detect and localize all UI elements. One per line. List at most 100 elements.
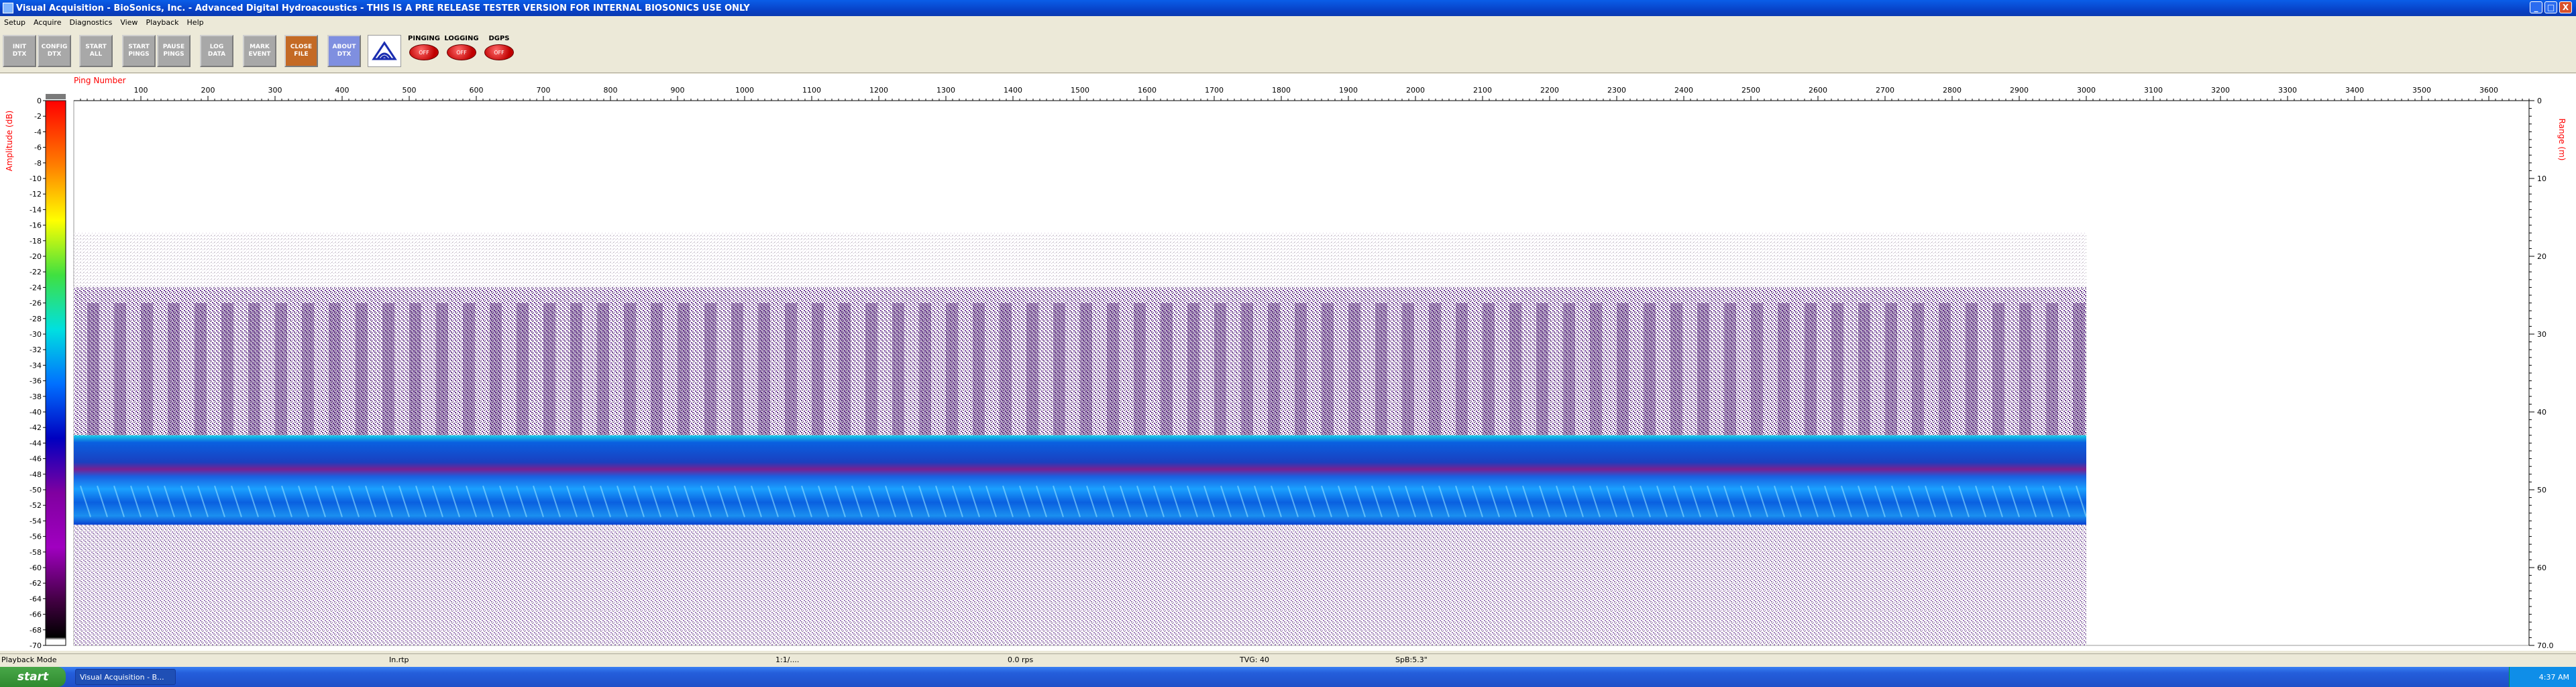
log-data-button[interactable]: LOG DATA — [200, 35, 233, 67]
echo-streak — [1885, 303, 1897, 435]
x-tick-label: 800 — [604, 86, 618, 95]
status-mode: Playback Mode — [1, 655, 57, 664]
x-tick-label: 1700 — [1205, 86, 1224, 95]
x-tick-label: 1200 — [869, 86, 888, 95]
amplitude-tick-label: -10 — [30, 174, 42, 183]
x-tick-label: 2200 — [1540, 86, 1559, 95]
echo-streak — [329, 303, 341, 435]
x-tick-label: 1400 — [1004, 86, 1022, 95]
echo-streak — [221, 303, 233, 435]
amplitude-tick-label: -58 — [30, 548, 42, 557]
logging-state: OFF — [447, 44, 476, 60]
echo-streak — [1295, 303, 1307, 435]
pinging-state: OFF — [409, 44, 439, 60]
close-window-button[interactable]: X — [2559, 1, 2572, 13]
start-all-button[interactable]: START ALL — [79, 35, 113, 67]
echo-streak — [1590, 303, 1602, 435]
close-file-button[interactable]: CLOSE FILE — [284, 35, 318, 67]
amplitude-tick-label: -44 — [30, 439, 42, 447]
amplitude-tick-label: -18 — [30, 237, 42, 246]
echo-streak — [973, 303, 985, 435]
mark-event-button[interactable]: MARK EVENT — [243, 35, 276, 67]
echogram-chart[interactable]: 100 200 300 400 500 600 700 800 900 1000 1100 1200 1… — [0, 74, 2576, 651]
menu-setup[interactable]: Setup — [0, 18, 30, 27]
maximize-button[interactable]: □ — [2544, 1, 2557, 13]
range-tick-label: 70.0 — [2537, 641, 2554, 650]
minimize-button[interactable]: _ — [2530, 1, 2542, 13]
echo-streak — [436, 303, 448, 435]
echo-streak — [1402, 303, 1414, 435]
clock: 4:37 AM — [2538, 672, 2569, 682]
start-pings-button[interactable]: START PINGS — [122, 35, 156, 67]
echo-streak — [1697, 303, 1709, 435]
x-tick-label: 2000 — [1406, 86, 1425, 95]
toolbar: INIT DTX CONFIG DTX START ALL START PING… — [0, 28, 2576, 73]
echo-streak — [651, 303, 663, 435]
start-button[interactable]: start — [0, 667, 66, 687]
pinging-indicator: PINGING OFF — [405, 35, 443, 68]
range-tick-label: 30 — [2537, 330, 2546, 339]
about-dtx-button[interactable]: ABOUT DTX — [327, 35, 361, 67]
amplitude-tick-label: -64 — [30, 594, 42, 603]
echo-streak — [517, 303, 529, 435]
x-tick-label: 2700 — [1876, 86, 1894, 95]
x-tick-label: 700 — [537, 86, 551, 95]
echogram-panel: 100 200 300 400 500 600 700 800 900 1000 1100 1200 1… — [0, 74, 2576, 651]
echo-streak — [114, 303, 126, 435]
x-tick-label: 3200 — [2211, 86, 2230, 95]
biosonics-logo-icon[interactable] — [368, 35, 401, 67]
range-tick-label: 0 — [2537, 97, 2542, 105]
echo-streak — [704, 303, 716, 435]
x-tick-label: 2500 — [1741, 86, 1760, 95]
amplitude-tick-label: -2 — [34, 112, 42, 121]
x-tick-label: 2300 — [1607, 86, 1626, 95]
echo-streak — [1429, 303, 1441, 435]
echo-streak — [490, 303, 502, 435]
taskbar-item-visual-acquisition[interactable]: Visual Acquisition - B... — [75, 669, 176, 685]
menu-playback[interactable]: Playback — [142, 18, 182, 27]
x-tick-label: 3500 — [2412, 86, 2431, 95]
colorbar-cap — [46, 94, 66, 99]
amplitude-tick-label: -40 — [30, 408, 42, 417]
menu-view[interactable]: View — [116, 18, 142, 27]
menu-diagnostics[interactable]: Diagnostics — [65, 18, 116, 27]
echo-streak — [946, 303, 958, 435]
amplitude-tick-label: -8 — [34, 159, 42, 168]
echo-streak — [168, 303, 180, 435]
echo-streak — [1536, 303, 1548, 435]
echo-streak — [1751, 303, 1763, 435]
x-tick-label: 1900 — [1339, 86, 1358, 95]
amplitude-tick-label: -36 — [30, 377, 42, 386]
pause-pings-button[interactable]: PAUSE PINGS — [157, 35, 191, 67]
echo-streak — [1268, 303, 1280, 435]
echo-streak — [1966, 303, 1978, 435]
echo-streak — [543, 303, 555, 435]
amplitude-tick-label: -54 — [30, 517, 42, 525]
menu-acquire[interactable]: Acquire — [30, 18, 65, 27]
echo-streak — [1992, 303, 2004, 435]
amplitude-tick-label: 0 — [37, 97, 42, 105]
amplitude-tick-label: -30 — [30, 330, 42, 339]
init-dtx-button[interactable]: INIT DTX — [3, 35, 36, 67]
x-tick-label: 900 — [671, 86, 685, 95]
x-tick-label: 2100 — [1473, 86, 1492, 95]
echo-streak — [195, 303, 207, 435]
x-tick-label: 3300 — [2278, 86, 2297, 95]
echo-streak — [1617, 303, 1629, 435]
config-dtx-button[interactable]: CONFIG DTX — [38, 35, 71, 67]
echo-streak — [275, 303, 287, 435]
amplitude-colorbar — [45, 100, 66, 646]
bottom-echo-band — [74, 435, 2086, 525]
echo-streak — [624, 303, 636, 435]
x-tick-label: 3400 — [2345, 86, 2364, 95]
amplitude-tick-label: -66 — [30, 611, 42, 619]
echo-streak — [678, 303, 690, 435]
amplitude-tick-label: -50 — [30, 486, 42, 494]
echo-streak — [865, 303, 877, 435]
echo-streak — [87, 303, 99, 435]
echo-streak — [382, 303, 394, 435]
echo-streak — [1456, 303, 1468, 435]
taskbar: start Visual Acquisition - B... 4:37 AM — [0, 667, 2576, 687]
menu-help[interactable]: Help — [183, 18, 208, 27]
echo-streak — [785, 303, 797, 435]
